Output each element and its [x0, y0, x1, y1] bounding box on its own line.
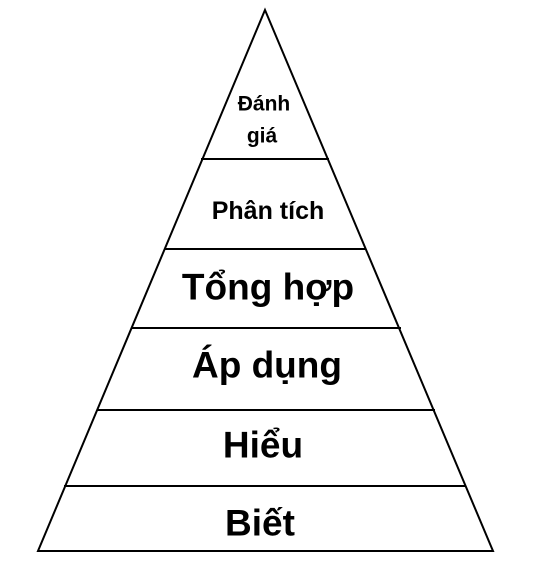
level-know-label: Biết [225, 503, 295, 544]
level-analyze-label: Phân tích [212, 197, 325, 225]
level-apply: Áp dụng [192, 345, 342, 386]
level-evaluate-line-2: giá [247, 125, 278, 148]
level-synthesize: Tổng hợp [182, 267, 354, 308]
level-apply-label: Áp dụng [192, 345, 342, 386]
level-analyze: Phân tích [212, 197, 325, 225]
level-understand-label: Hiểu [223, 425, 303, 466]
level-know: Biết [225, 503, 295, 544]
level-evaluate-line-1: Đánh [238, 93, 291, 116]
level-understand: Hiểu [223, 425, 303, 466]
level-synthesize-label: Tổng hợp [182, 267, 354, 308]
pyramid-diagram: Đánh giá Phân tích Tổng hợp Áp dụng Hiểu… [36, 7, 495, 552]
